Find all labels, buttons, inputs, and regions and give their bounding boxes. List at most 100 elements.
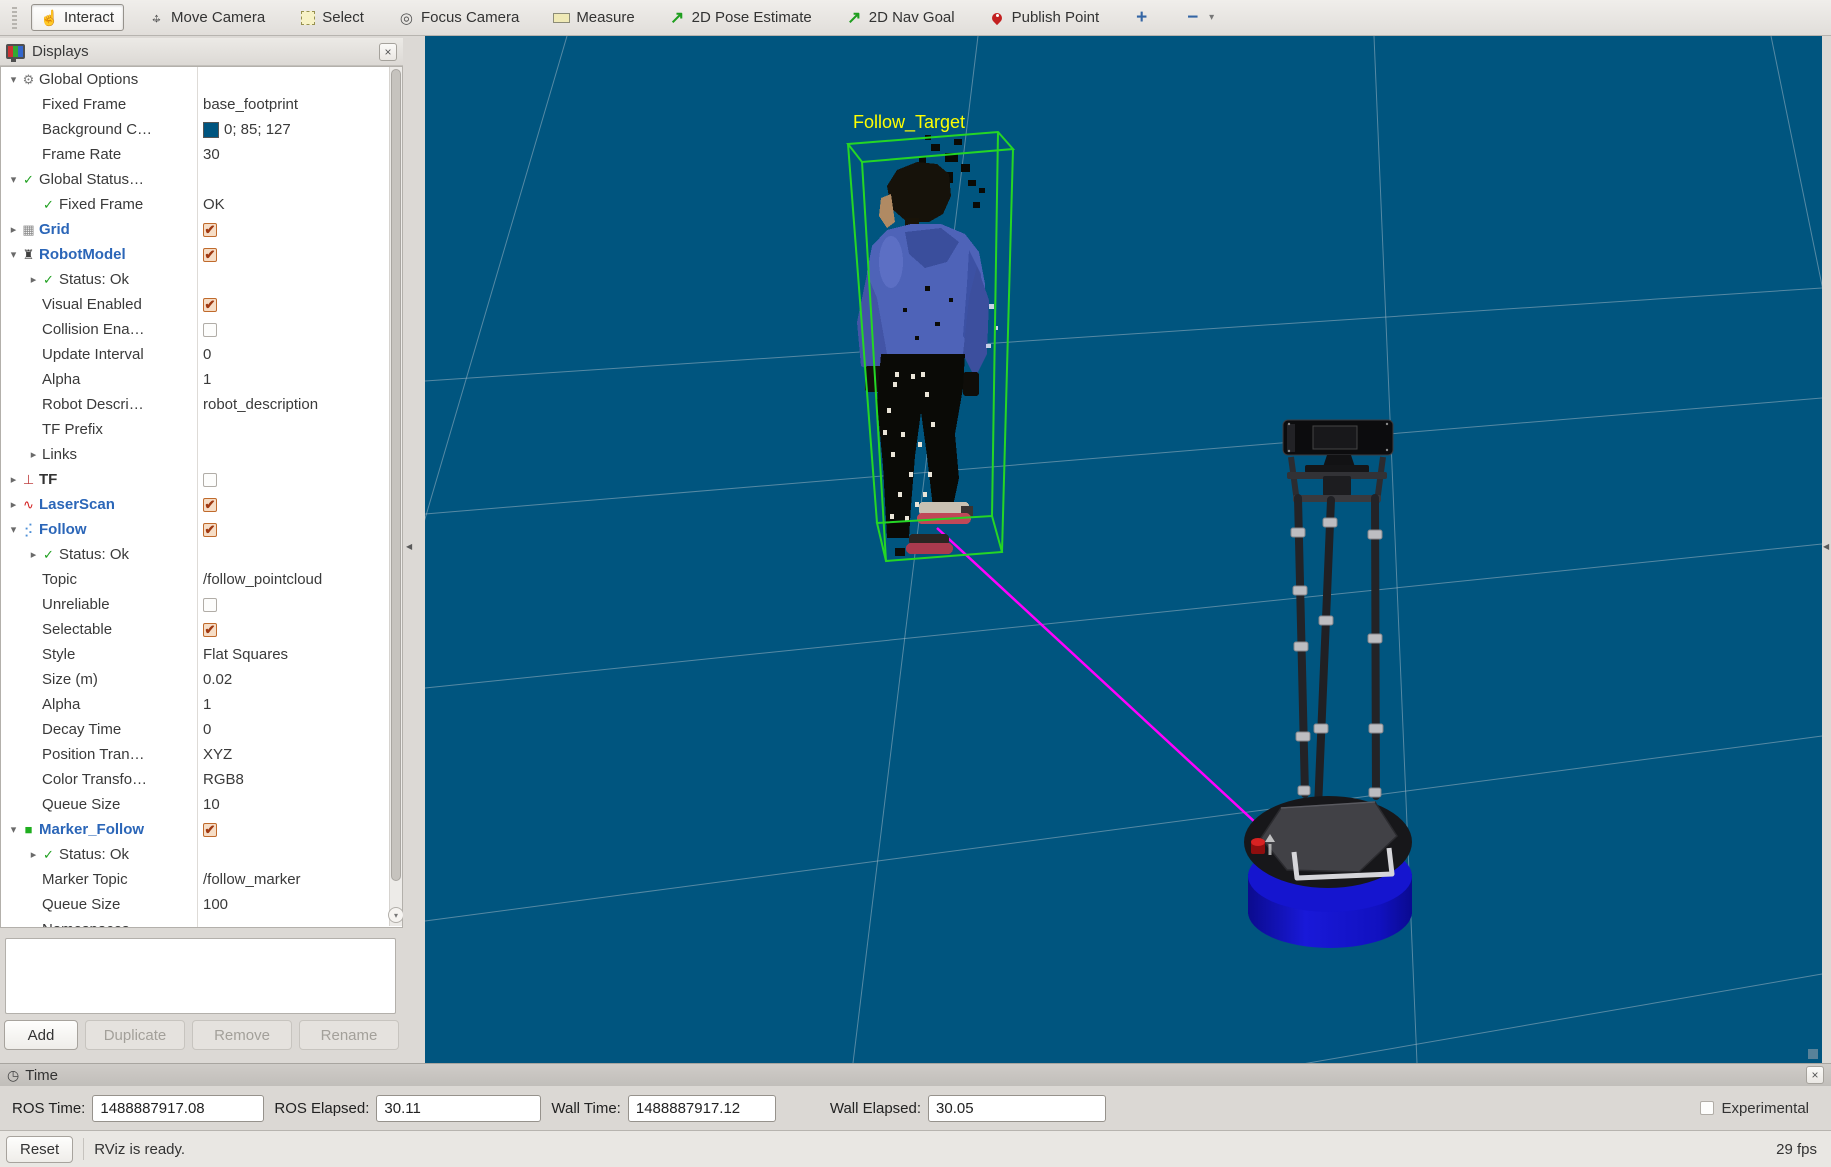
wall-elapsed-input[interactable] [928,1094,1107,1122]
publish-point-tool-button[interactable]: Publish Point [979,4,1110,31]
toolbar-button-label: Interact [64,9,115,26]
add-display-button[interactable]: Add [4,1020,78,1050]
expander-icon[interactable]: ▾ [7,73,20,86]
tree-row-alpha[interactable]: Alpha 1 [1,367,402,392]
duplicate-display-button[interactable]: Duplicate [85,1020,185,1050]
checkbox[interactable] [203,472,217,487]
displays-panel-header[interactable]: Displays × [0,38,403,66]
tree-row-update-interval[interactable]: Update Interval 0 [1,342,402,367]
checkbox[interactable]: ✔ [203,822,217,837]
tree-row-queue-size[interactable]: Queue Size 100 [1,892,402,917]
expander-icon[interactable]: ▸ [27,548,40,561]
expander-icon[interactable]: ▾ [7,173,20,186]
close-icon[interactable]: × [379,42,397,61]
expander-icon[interactable]: ▸ [7,473,20,486]
move-camera-tool-button[interactable]: ↔ ↕ Move Camera [138,4,275,31]
checkbox[interactable] [203,322,217,337]
tree-row-marker-follow[interactable]: ▾ ■ Marker_Follow ✔ [1,817,402,842]
tree-scrollbar[interactable]: ▾ [388,67,404,926]
nav-goal-tool-button[interactable]: ↗ 2D Nav Goal [836,4,965,31]
time-panel-header[interactable]: ◷ Time × [0,1063,1831,1086]
tree-row-selectable[interactable]: Selectable ✔ [1,617,402,642]
tree-row-fixed-frame[interactable]: Fixed Frame base_footprint [1,92,402,117]
interact-tool-button[interactable]: ☝ Interact [31,4,125,31]
expander-icon[interactable]: ▸ [27,448,40,461]
right-splitter[interactable]: ◀ [1822,36,1831,1063]
3d-viewport[interactable]: Follow_Target [264,35,1831,1167]
tree-row-collision-ena[interactable]: Collision Ena… [1,317,402,342]
tree-row-unreliable[interactable]: Unreliable [1,592,402,617]
tree-row-status-ok[interactable]: ▸ ✓ Status: Ok [1,267,402,292]
tree-row-namespaces[interactable]: Namespaces [1,917,402,927]
tree-row-global-options[interactable]: ▾ ⚙ Global Options [1,67,402,92]
tree-scrollbar-thumb[interactable] [391,69,401,881]
ros-elapsed-input[interactable] [376,1094,542,1122]
tree-row-laserscan[interactable]: ▸ ∿ LaserScan ✔ [1,492,402,517]
checkbox[interactable]: ✔ [203,297,217,312]
remove-display-button[interactable]: Remove [192,1020,292,1050]
tree-row-fixed-frame[interactable]: ✓ Fixed Frame OK [1,192,402,217]
tree-row-robot-descri[interactable]: Robot Descri… robot_description [1,392,402,417]
select-tool-button[interactable]: Select [289,4,374,31]
expander-icon[interactable]: ▾ [7,248,20,261]
collapse-left-icon[interactable]: ◀ [406,542,412,551]
experimental-checkbox[interactable] [1700,1101,1715,1115]
expander-icon[interactable]: ▾ [7,823,20,836]
left-splitter[interactable]: ◀ [403,36,425,1063]
tree-row-global-status[interactable]: ▾ ✓ Global Status… [1,167,402,192]
collapse-right-icon[interactable]: ◀ [1823,542,1829,551]
checkbox[interactable]: ✔ [203,622,217,637]
color-swatch[interactable] [203,121,219,138]
close-icon[interactable]: × [1806,1066,1824,1084]
tree-row-grid[interactable]: ▸ ▦ Grid ✔ [1,217,402,242]
expander-icon[interactable]: ▸ [7,223,20,236]
expander-icon[interactable]: ▾ [7,523,20,536]
panel-splitter[interactable] [0,928,403,936]
tree-row-robotmodel[interactable]: ▾ ♜ RobotModel ✔ [1,242,402,267]
tree-row-size-m[interactable]: Size (m) 0.02 [1,667,402,692]
tree-row-tf[interactable]: ▸ ⊥ TF [1,467,402,492]
tree-row-follow[interactable]: ▾ ⡪ Follow ✔ [1,517,402,542]
pose-estimate-tool-button[interactable]: ↗ 2D Pose Estimate [659,4,822,31]
checkbox[interactable]: ✔ [203,222,217,237]
tree-row-alpha[interactable]: Alpha 1 [1,692,402,717]
checkbox[interactable]: ✔ [203,497,217,512]
expander-icon[interactable]: ▸ [27,848,40,861]
tree-row-status-ok[interactable]: ▸ ✓ Status: Ok [1,542,402,567]
marker-icon: ■ [24,822,33,837]
experimental-toggle[interactable]: Experimental [1700,1100,1809,1117]
reset-button[interactable]: Reset [6,1135,74,1163]
expander-icon[interactable]: ▸ [7,498,20,511]
add-tool-button[interactable]: + [1123,4,1160,31]
tree-row-position-tran[interactable]: Position Tran… XYZ [1,742,402,767]
wall-time-input[interactable] [627,1094,776,1122]
toolbar-drag-handle[interactable] [12,6,17,29]
rename-display-button[interactable]: Rename [299,1020,399,1050]
tree-row-topic[interactable]: Topic/follow_pointcloud [1,567,402,592]
measure-tool-button[interactable]: Measure [543,4,644,31]
tree-row-marker-topic[interactable]: Marker Topic/follow_marker [1,867,402,892]
checkbox[interactable]: ✔ [203,247,217,262]
checkbox[interactable]: ✔ [203,522,217,537]
tree-row-status-ok[interactable]: ▸ ✓ Status: Ok [1,842,402,867]
tree-row-label: Decay Time [42,721,122,738]
ros-time-input[interactable] [92,1094,265,1122]
displays-tree[interactable]: ▾ ⚙ Global Options Fixed Frame base_footprin… [0,66,403,928]
remove-tool-button[interactable]: − ▾ [1174,4,1224,31]
tree-row-background-c[interactable]: Background C… 0; 85; 127 [1,117,402,142]
focus-camera-tool-button[interactable]: ◎ Focus Camera [388,4,529,31]
chevron-down-icon[interactable]: ▾ [1209,12,1214,23]
scroll-down-icon[interactable]: ▾ [388,907,404,923]
tree-row-visual-enabled[interactable]: Visual Enabled ✔ [1,292,402,317]
checkbox[interactable] [203,597,217,612]
person-pointcloud [857,135,998,556]
tree-row-queue-size[interactable]: Queue Size 10 [1,792,402,817]
tree-row-value: XYZ [203,746,233,763]
expander-icon[interactable]: ▸ [27,273,40,286]
tree-row-style[interactable]: Style Flat Squares [1,642,402,667]
tree-row-decay-time[interactable]: Decay Time 0 [1,717,402,742]
tree-row-tf-prefix[interactable]: TF Prefix [1,417,402,442]
tree-row-color-transfo[interactable]: Color Transfo… RGB8 [1,767,402,792]
tree-row-links[interactable]: ▸ Links [1,442,402,467]
tree-row-frame-rate[interactable]: Frame Rate 30 [1,142,402,167]
